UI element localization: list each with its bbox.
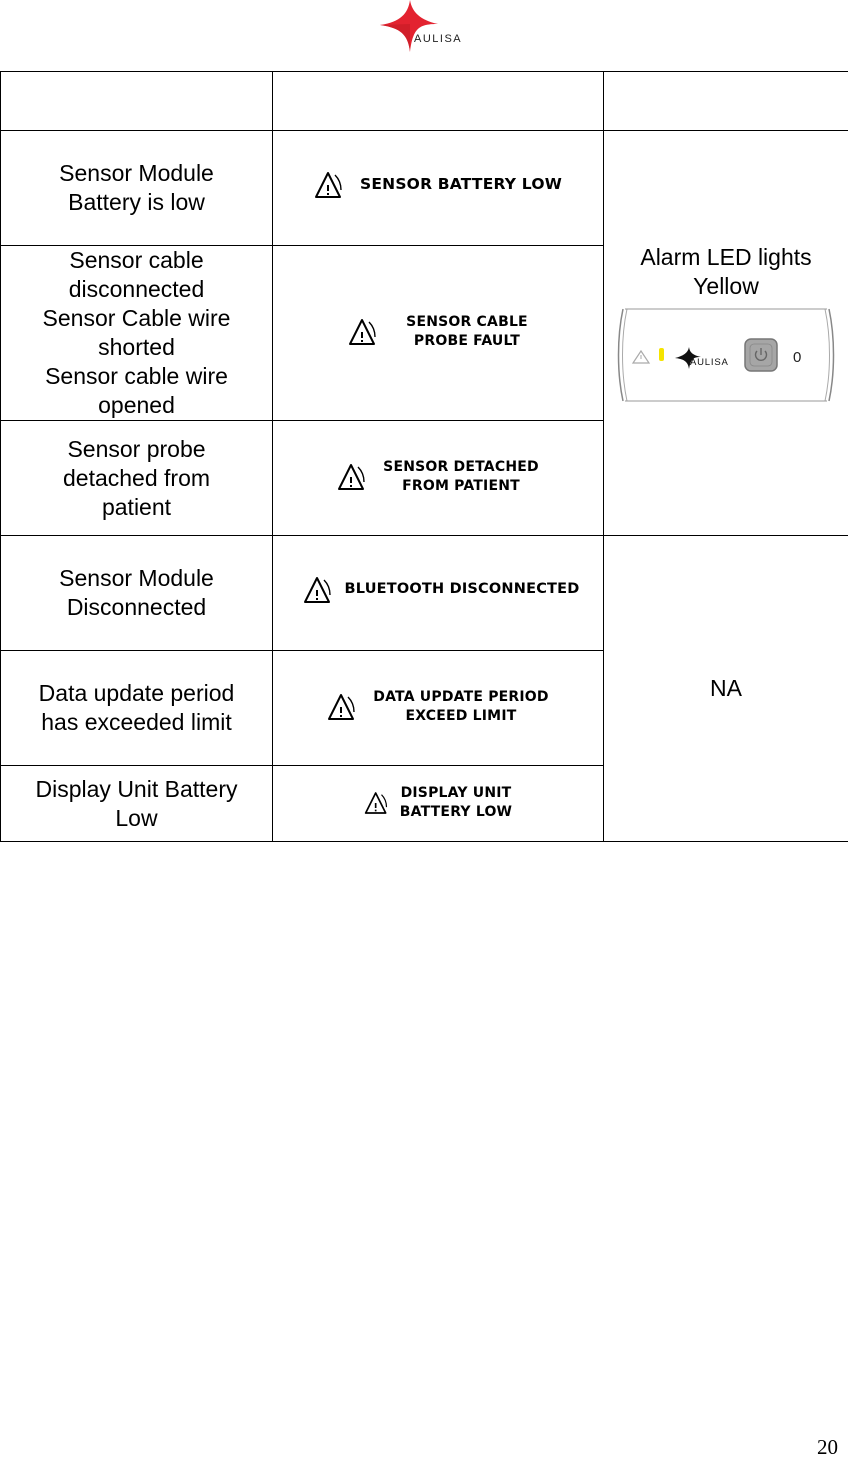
condition-line: Sensor Cable wire shorted: [42, 305, 231, 360]
alarm-message: SENSOR BATTERY LOW: [314, 171, 562, 199]
warning-triangle-icon: [303, 576, 331, 603]
condition-cell: Sensor Module Disconnected: [0, 535, 273, 651]
aulisa-star-mark-icon: [380, 0, 438, 52]
alarm-message: SENSOR DETACHED FROM PATIENT: [337, 458, 539, 496]
condition-cell: Data update period has exceeded limit: [0, 650, 273, 766]
alarm-message-line: PROBE FAULT: [413, 333, 521, 349]
aulisa-logo: AULISA: [380, 0, 472, 54]
indicator-cell-na: NA: [603, 535, 848, 842]
alarm-message-line: BATTERY LOW: [399, 804, 513, 820]
power-button[interactable]: [744, 338, 778, 372]
warning-triangle-icon: [349, 319, 376, 345]
alarm-message: DISPLAY UNIT BATTERY LOW: [364, 784, 512, 822]
message-cell: SENSOR CABLE PROBE FAULT: [272, 245, 604, 421]
condition-cell: Sensor cable disconnected Sensor Cable w…: [0, 245, 273, 421]
alarm-message-text: SENSOR CABLE PROBE FAULT: [406, 313, 528, 351]
message-cell: DISPLAY UNIT BATTERY LOW: [272, 765, 604, 842]
alarm-message-text: BLUETOOTH DISCONNECTED: [344, 581, 580, 597]
alarm-message-line: SENSOR CABLE: [406, 314, 528, 330]
led-indicator: [659, 348, 664, 361]
device-counter: 0: [793, 349, 801, 366]
alarm-message-line: FROM PATIENT: [402, 478, 520, 494]
alarm-table: Sensor Module Battery is low SENSOR BATT…: [0, 71, 848, 842]
indicator-text: Alarm LED lights Yellow: [640, 244, 812, 299]
alarm-message-text: SENSOR BATTERY LOW: [360, 175, 562, 193]
warning-triangle-icon: [338, 464, 365, 490]
alarm-message-line: DATA UPDATE PERIOD: [373, 689, 549, 705]
alarm-message-text: SENSOR DETACHED FROM PATIENT: [383, 458, 539, 496]
message-cell: SENSOR BATTERY LOW: [272, 130, 604, 246]
alarm-message-line: DISPLAY UNIT: [400, 785, 512, 801]
warning-triangle-icon: [328, 694, 355, 720]
alarm-message-text: DATA UPDATE PERIOD EXCEED LIMIT: [373, 688, 548, 726]
device-logo-text: AULISA: [690, 357, 729, 368]
alarm-message: SENSOR CABLE PROBE FAULT: [348, 313, 528, 351]
table-header-row: [0, 71, 848, 131]
header-cell-condition: [0, 71, 273, 131]
message-cell: BLUETOOTH DISCONNECTED: [272, 535, 604, 651]
indicator-cell-alarm-led: Alarm LED lights Yellow AULISA 0: [603, 130, 848, 536]
condition-line: Sensor cable wire opened: [45, 363, 228, 418]
table-row: Sensor Module Disconnected BLUETOOTH DIS…: [0, 535, 848, 842]
header-cell-message: [272, 71, 604, 131]
alarm-message: DATA UPDATE PERIOD EXCEED LIMIT: [327, 688, 549, 726]
condition-cell: Sensor probe detached from patient: [0, 420, 273, 536]
device-warning-icon: [631, 349, 651, 364]
alarm-message-text: DISPLAY UNIT BATTERY LOW: [400, 784, 512, 822]
logo-text: AULISA: [414, 33, 463, 45]
warning-triangle-icon: [315, 171, 342, 198]
table-row: Sensor Module Battery is low SENSOR BATT…: [0, 130, 848, 536]
page-number: 20: [817, 1435, 838, 1459]
message-cell: SENSOR DETACHED FROM PATIENT: [272, 420, 604, 536]
header-cell-indicator: [603, 71, 848, 131]
message-cell: DATA UPDATE PERIOD EXCEED LIMIT: [272, 650, 604, 766]
condition-line: Sensor cable disconnected: [68, 247, 205, 302]
alarm-message-line: EXCEED LIMIT: [405, 708, 517, 724]
alarm-message-line: SENSOR DETACHED: [383, 459, 539, 475]
display-unit-device-image: AULISA 0: [617, 307, 835, 403]
condition-cell: Sensor Module Battery is low: [0, 130, 273, 246]
warning-triangle-icon: [364, 792, 387, 814]
condition-cell: Display Unit Battery Low: [0, 765, 273, 842]
alarm-message: BLUETOOTH DISCONNECTED: [303, 576, 580, 604]
